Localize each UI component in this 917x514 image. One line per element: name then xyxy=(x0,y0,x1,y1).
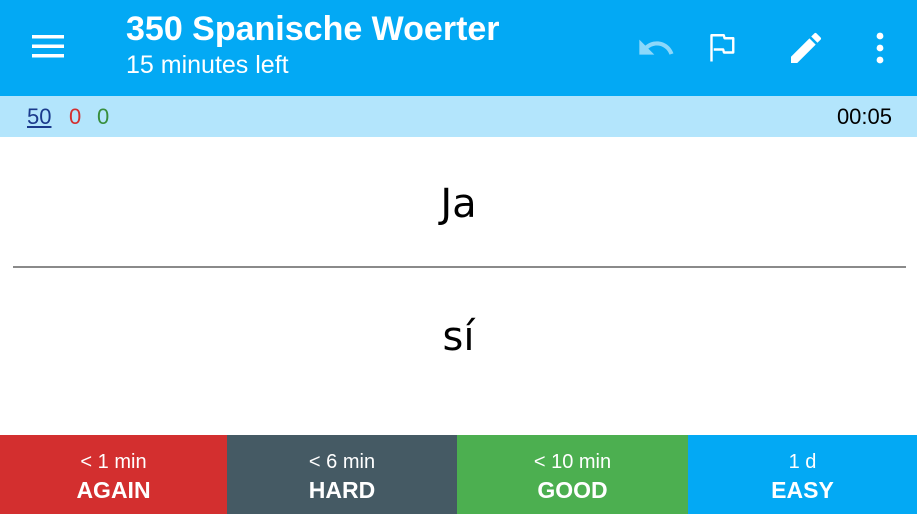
flag-card-button[interactable] xyxy=(698,24,746,72)
card-question: Ja xyxy=(440,181,477,227)
review-count: 0 xyxy=(97,104,110,129)
menu-icon xyxy=(32,35,64,58)
undo-button[interactable] xyxy=(632,24,680,72)
navigation-drawer-button[interactable] xyxy=(22,26,74,66)
easy-label: EASY xyxy=(771,477,834,503)
easy-button[interactable]: 1 d EASY xyxy=(688,435,917,514)
edit-note-button[interactable] xyxy=(782,24,830,72)
edit-icon xyxy=(791,32,822,63)
good-label: GOOD xyxy=(537,477,608,503)
more-vert-icon xyxy=(876,32,884,64)
time-remaining: 15 minutes left xyxy=(126,51,289,79)
again-label: AGAIN xyxy=(76,477,151,503)
easy-interval: 1 d xyxy=(788,451,817,473)
app-bar: 350 Spanische Woerter 15 minutes left xyxy=(0,0,917,96)
undo-icon xyxy=(639,39,674,55)
flag-icon xyxy=(710,34,735,62)
card-timer: 00:05 xyxy=(836,104,892,129)
hard-button[interactable]: < 6 min HARD xyxy=(227,435,457,514)
card-counts-bar: 50 0 0 00:05 xyxy=(0,96,917,137)
new-count: 50 xyxy=(27,104,52,129)
overflow-menu-button[interactable] xyxy=(856,24,904,72)
answer-buttons: < 1 min AGAIN < 6 min HARD < 10 min GOOD… xyxy=(0,435,917,514)
deck-title: 350 Spanische Woerter xyxy=(126,10,500,48)
again-button[interactable]: < 1 min AGAIN xyxy=(0,435,227,514)
answer-divider xyxy=(13,266,906,268)
again-interval: < 1 min xyxy=(80,451,147,473)
good-button[interactable]: < 10 min GOOD xyxy=(457,435,688,514)
hard-label: HARD xyxy=(308,477,376,503)
reviewer-screen: 350 Spanische Woerter 15 minutes left 50… xyxy=(0,0,917,514)
flashcard[interactable]: Ja sí xyxy=(0,137,917,435)
learning-count: 0 xyxy=(69,104,82,129)
card-answer: sí xyxy=(442,314,475,360)
title-block: 350 Spanische Woerter 15 minutes left xyxy=(126,8,500,80)
hard-interval: < 6 min xyxy=(308,451,376,473)
good-interval: < 10 min xyxy=(533,451,612,473)
